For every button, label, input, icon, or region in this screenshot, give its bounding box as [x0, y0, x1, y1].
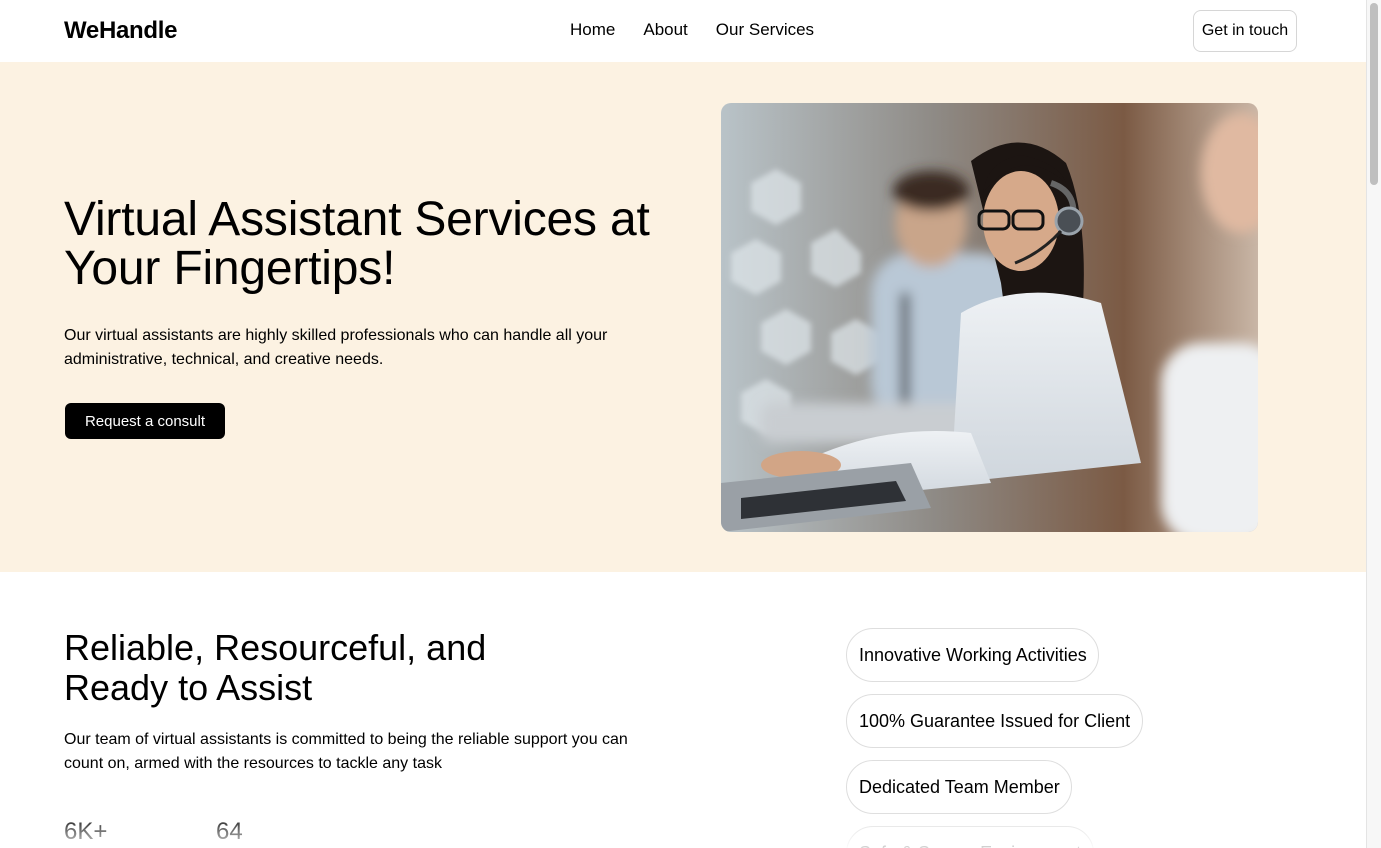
top-navbar: WeHandle Home About Our Services Get in … — [0, 0, 1366, 62]
hero-image — [721, 103, 1258, 532]
section-title-line-2: Ready to Assist — [64, 667, 313, 708]
stat-count: 64 — [216, 818, 243, 845]
site-logo[interactable]: WeHandle — [64, 17, 177, 45]
section-title-line-1: Reliable, Resourceful, and — [64, 627, 487, 668]
nav-link-services[interactable]: Our Services — [716, 20, 814, 40]
section-title: Reliable, Resourceful, and Ready to Assi… — [64, 628, 584, 708]
nav-link-home[interactable]: Home — [570, 20, 615, 40]
section-description: Our team of virtual assistants is commit… — [64, 731, 628, 772]
hero-title-line-1: Virtual Assistant Services at — [64, 193, 650, 246]
request-consult-button[interactable]: Request a consult — [65, 403, 225, 439]
feature-pill-secure: Safe & Secure Environment — [846, 826, 1094, 848]
nav-links: Home About Our Services — [570, 20, 814, 40]
hero-description: Our virtual assistants are highly skille… — [64, 327, 608, 368]
landing-page: WeHandle Home About Our Services Get in … — [0, 0, 1366, 848]
bottom-fade — [0, 812, 1366, 848]
feature-pill-innovative: Innovative Working Activities — [846, 628, 1099, 682]
scrollbar-thumb[interactable] — [1370, 3, 1378, 185]
nav-link-about[interactable]: About — [643, 20, 687, 40]
feature-pill-dedicated: Dedicated Team Member — [846, 760, 1072, 814]
hero-title: Virtual Assistant Services at Your Finge… — [64, 195, 684, 293]
feature-pill-guarantee: 100% Guarantee Issued for Client — [846, 694, 1143, 748]
stat-clients: 6K+ — [64, 818, 108, 845]
vertical-scrollbar[interactable] — [1366, 0, 1381, 848]
hero-section: Virtual Assistant Services at Your Finge… — [0, 62, 1366, 572]
call-center-photo-icon — [721, 103, 1258, 532]
get-in-touch-button[interactable]: Get in touch — [1193, 10, 1297, 52]
hero-title-line-2: Your Fingertips! — [64, 242, 396, 295]
